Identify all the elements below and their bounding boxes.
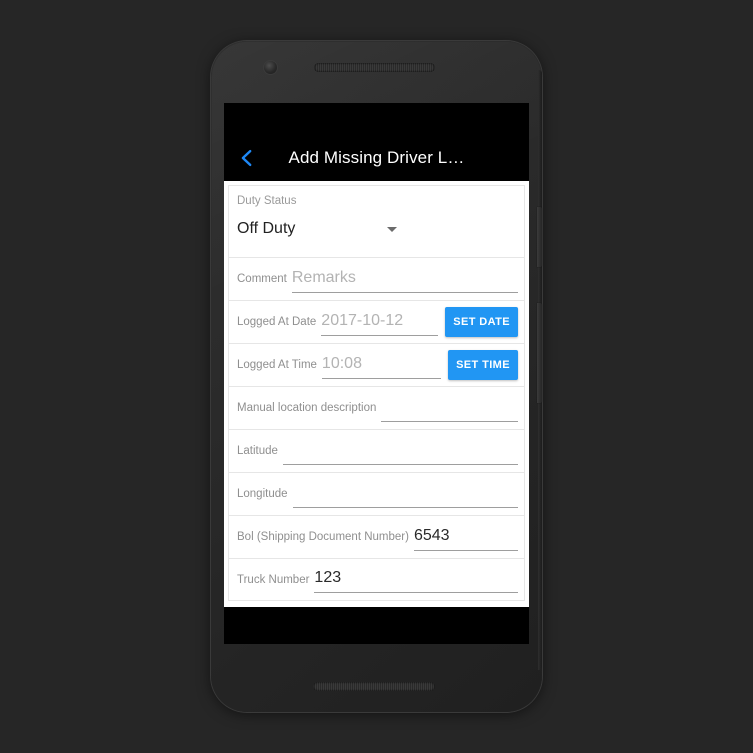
field-row-logged_at_date: Logged At Date 2017-10-12 SET DATE — [228, 300, 525, 343]
field-input-bol[interactable]: 6543 — [413, 524, 518, 551]
field-label-longitude: Longitude — [237, 488, 288, 500]
field-input-latitude[interactable] — [282, 438, 518, 465]
field-row-latitude: Latitude — [228, 429, 525, 472]
field-label-logged_at_date: Logged At Date — [237, 316, 317, 328]
field-placeholder-logged_at_date: 2017-10-12 — [321, 311, 404, 329]
field-row-logged_at_time: Logged At Time 10:08 SET TIME — [228, 343, 525, 386]
field-value-truck_number: 123 — [314, 569, 342, 586]
field-input-truck_number[interactable]: 123 — [314, 566, 518, 593]
field-row-longitude: Longitude — [228, 472, 525, 515]
bottom-speaker-icon — [313, 682, 435, 691]
field-label-bol: Bol (Shipping Document Number) — [237, 531, 409, 543]
phone-screen: Add Missing Driver L… Duty Status Off Du… — [224, 103, 529, 644]
set-time-button[interactable]: SET TIME — [448, 350, 518, 380]
form-card: Duty Status Off Duty Comment Remarks Logge… — [224, 181, 529, 607]
field-input-longitude[interactable] — [292, 481, 518, 508]
set-date-button[interactable]: SET DATE — [445, 307, 518, 337]
page-title: Add Missing Driver L… — [288, 148, 465, 167]
screen-bottom-area — [224, 607, 529, 644]
field-label-truck_number: Truck Number — [237, 573, 310, 586]
field-input-manual_location_description[interactable] — [381, 395, 518, 422]
field-label-comment: Comment — [237, 273, 287, 285]
front-camera-icon — [264, 61, 277, 74]
field-row-truck_number: Truck Number 123 — [228, 558, 525, 601]
field-placeholder-logged_at_time: 10:08 — [321, 354, 362, 372]
form-field-list: Comment Remarks Logged At Date 2017-10-12 SE… — [228, 257, 525, 601]
duty-status-select[interactable]: Off Duty — [235, 220, 518, 238]
power-button[interactable] — [537, 207, 542, 267]
field-label-logged_at_time: Logged At Time — [237, 359, 317, 371]
field-input-logged_at_time[interactable]: 10:08 — [321, 352, 442, 379]
field-placeholder-comment: Remarks — [291, 268, 356, 286]
field-input-logged_at_date[interactable]: 2017-10-12 — [321, 309, 439, 336]
field-value-bol: 6543 — [413, 526, 450, 544]
dropdown-caret-icon — [387, 227, 397, 232]
field-label-latitude: Latitude — [237, 445, 278, 457]
volume-button[interactable] — [537, 303, 542, 403]
field-row-comment: Comment Remarks — [228, 257, 525, 300]
field-row-bol: Bol (Shipping Document Number) 6543 — [228, 515, 525, 558]
app-bar: Add Missing Driver L… — [224, 103, 529, 181]
screenshot-canvas: Add Missing Driver L… Duty Status Off Du… — [0, 0, 753, 753]
duty-status-value: Off Duty — [237, 220, 296, 237]
field-row-manual_location_description: Manual location description — [228, 386, 525, 429]
earpiece-speaker-icon — [314, 63, 435, 72]
duty-status-row[interactable]: Duty Status Off Duty — [228, 185, 525, 257]
field-label-manual_location_description: Manual location description — [237, 402, 377, 414]
field-input-comment[interactable]: Remarks — [291, 266, 518, 293]
duty-status-label: Duty Status — [237, 195, 297, 207]
